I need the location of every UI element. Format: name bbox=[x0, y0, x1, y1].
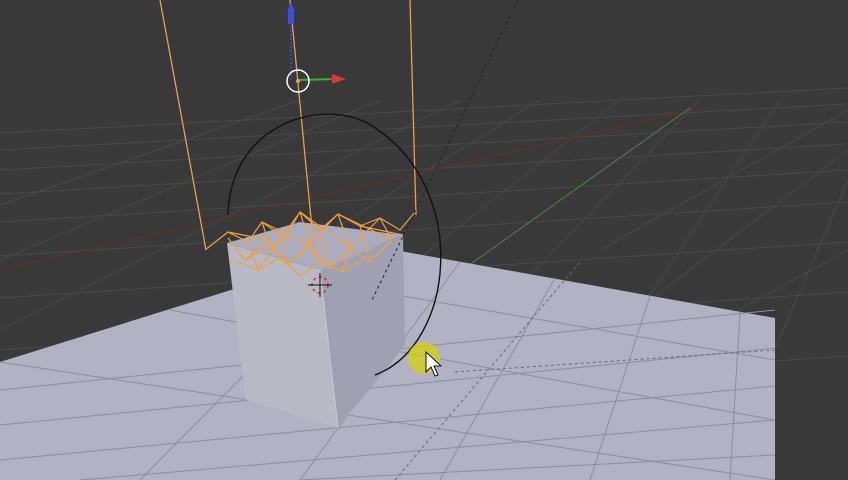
viewport-canvas[interactable] bbox=[0, 0, 848, 480]
gizmo-center-dot bbox=[296, 79, 300, 83]
gizmo-z-stub[interactable] bbox=[288, 10, 294, 24]
3d-viewport[interactable] bbox=[0, 0, 848, 480]
